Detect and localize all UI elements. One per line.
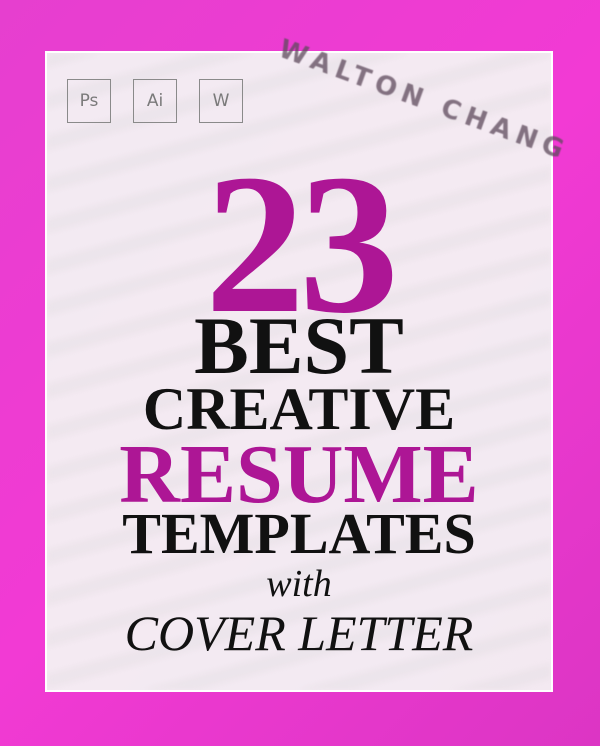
title-cover-letter: COVER LETTER (124, 605, 474, 661)
title-templates: TEMPLATES (122, 501, 476, 566)
illustrator-icon: Ai (133, 79, 177, 123)
title-best: BEST (194, 300, 404, 391)
title-with: with (266, 563, 332, 605)
title-panel: Ps Ai W 23 BEST CREATIVE RESUME TEMPLATE… (45, 51, 553, 692)
word-icon: W (199, 79, 243, 123)
photoshop-icon: Ps (67, 79, 111, 123)
software-badges: Ps Ai W (67, 79, 243, 123)
